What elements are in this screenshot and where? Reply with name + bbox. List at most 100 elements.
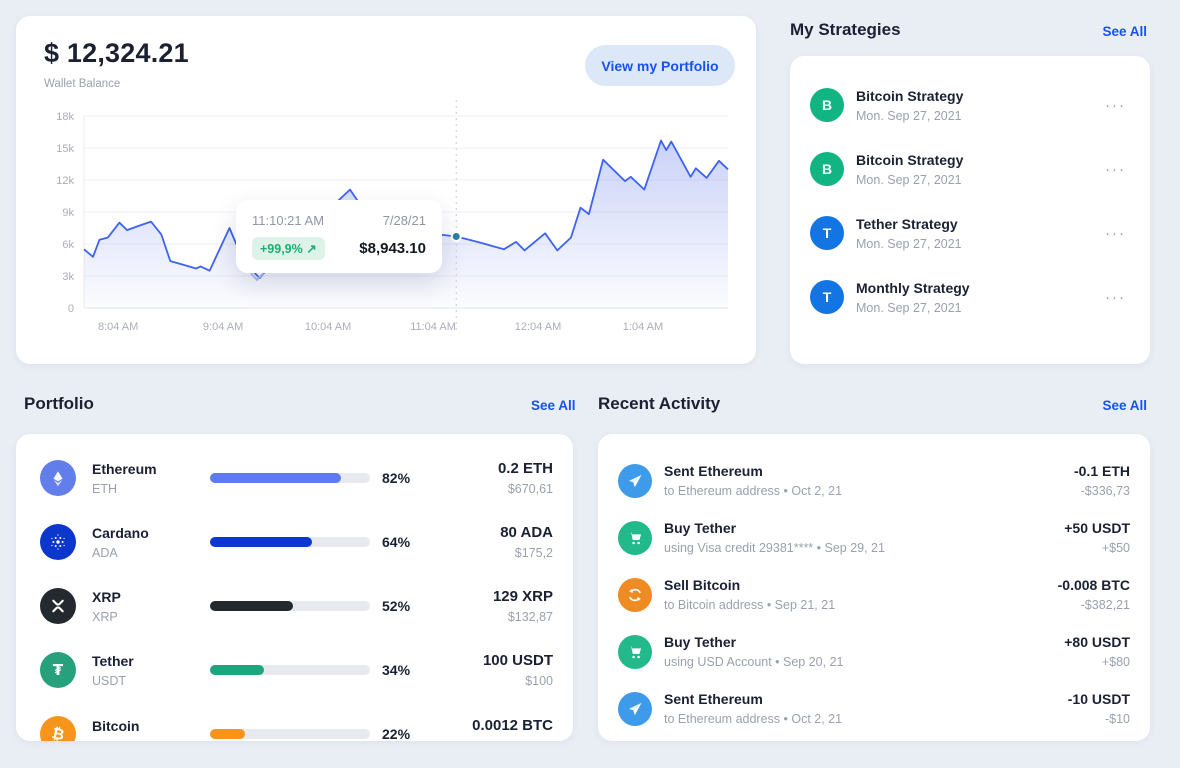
strategy-row[interactable]: B Bitcoin Strategy Mon. Sep 27, 2021 ···: [790, 137, 1150, 201]
y-tick-label: 15k: [56, 143, 74, 155]
activity-row[interactable]: Sell Bitcoin to Bitcoin address • Sep 21…: [598, 566, 1150, 623]
strategy-name: Monthly Strategy: [856, 280, 1105, 296]
view-portfolio-button[interactable]: View my Portfolio: [585, 45, 735, 86]
activity-row[interactable]: Buy Tether using USD Account • Sep 20, 2…: [598, 623, 1150, 680]
strategy-row[interactable]: B Bitcoin Strategy Mon. Sep 27, 2021 ···: [790, 73, 1150, 137]
activity-item-subtitle: using USD Account • Sep 20, 21: [664, 655, 844, 669]
activity-item-title: Buy Tether: [664, 520, 885, 536]
asset-amount: 0.2 ETH: [498, 460, 553, 477]
more-options-icon[interactable]: ···: [1105, 222, 1126, 245]
activity-card: Sent Ethereum to Ethereum address • Oct …: [598, 434, 1150, 741]
strategy-date: Mon. Sep 27, 2021: [856, 301, 1105, 315]
x-tick-label: 12:04 AM: [515, 321, 561, 333]
portfolio-row[interactable]: ₮ Tether USDT 34% 100 USDT $100: [16, 638, 573, 702]
y-tick-label: 12k: [56, 175, 74, 187]
more-options-icon[interactable]: ···: [1105, 158, 1126, 181]
activity-amount: -10 USDT: [1068, 691, 1130, 707]
activity-amount: +50 USDT: [1064, 520, 1130, 536]
monthly-strategy-avatar: T: [810, 280, 844, 314]
arrow-up-right-icon: ↗: [306, 242, 316, 256]
tether-icon: ₮: [40, 652, 76, 688]
xrp-icon: [40, 588, 76, 624]
more-options-icon[interactable]: ···: [1105, 94, 1126, 117]
asset-usd-value: $175,2: [500, 546, 553, 560]
send-icon: [618, 692, 652, 726]
portfolio-row[interactable]: Ethereum ETH 82% 0.2 ETH $670,61: [16, 446, 573, 510]
strategy-name: Bitcoin Strategy: [856, 88, 1105, 104]
cart-icon: [618, 635, 652, 669]
activity-amount: -0.1 ETH: [1074, 463, 1130, 479]
progress-track: [210, 729, 370, 739]
activity-item-title: Sent Ethereum: [664, 463, 842, 479]
activity-see-all-link[interactable]: See All: [1102, 398, 1147, 413]
marker-dot: [452, 232, 461, 241]
progress-fill: [210, 601, 293, 611]
asset-amount: 80 ADA: [500, 524, 553, 541]
progress-fill: [210, 729, 245, 739]
activity-row[interactable]: Sent Ethereum to Ethereum address • Oct …: [598, 452, 1150, 509]
swap-icon: [618, 578, 652, 612]
activity-item-title: Sent Ethereum: [664, 691, 842, 707]
progress-track: [210, 665, 370, 675]
change-value: +99,9%: [260, 242, 303, 256]
progress-fill: [210, 473, 341, 483]
portfolio-see-all-link[interactable]: See All: [531, 398, 576, 413]
progress-track: [210, 473, 370, 483]
y-tick-label: 9k: [62, 207, 74, 219]
progress-fill: [210, 665, 264, 675]
activity-amount: +80 USDT: [1064, 634, 1130, 650]
portfolio-card: Ethereum ETH 82% 0.2 ETH $670,61: [16, 434, 573, 741]
activity-usd: +$80: [1064, 655, 1130, 669]
x-tick-label: 10:04 AM: [305, 321, 351, 333]
activity-row[interactable]: Buy Tether using Visa credit 29381**** •…: [598, 509, 1150, 566]
cardano-icon: [40, 524, 76, 560]
bitcoin-strategy-avatar: B: [810, 88, 844, 122]
portfolio-row[interactable]: Cardano ADA 64% 80 ADA $175,2: [16, 510, 573, 574]
asset-usd-value: $132,87: [493, 610, 553, 624]
asset-percent: 82%: [382, 470, 410, 486]
portfolio-row[interactable]: ₿ Bitcoin 22% 0.0012 BTC: [16, 702, 573, 741]
more-options-icon[interactable]: ···: [1105, 286, 1126, 309]
asset-name: Bitcoin: [92, 718, 182, 734]
asset-ticker: USDT: [92, 674, 182, 688]
wallet-balance-label: Wallet Balance: [44, 78, 120, 90]
activity-item-title: Sell Bitcoin: [664, 577, 835, 593]
change-badge: +99,9% ↗: [252, 237, 325, 260]
tooltip-time: 11:10:21 AM: [252, 213, 324, 228]
y-tick-label: 6k: [62, 239, 74, 251]
strategy-name: Bitcoin Strategy: [856, 152, 1105, 168]
tooltip-value: $8,943.10: [359, 240, 426, 257]
strategy-date: Mon. Sep 27, 2021: [856, 109, 1105, 123]
activity-usd: -$336,73: [1074, 484, 1130, 498]
asset-amount: 0.0012 BTC: [472, 717, 553, 734]
asset-usd-value: $670,61: [498, 482, 553, 496]
dashboard-page: $ 12,324.21 Wallet Balance View my Portf…: [0, 0, 1180, 768]
send-icon: [618, 464, 652, 498]
strategy-row[interactable]: T Tether Strategy Mon. Sep 27, 2021 ···: [790, 201, 1150, 265]
asset-name: Tether: [92, 653, 182, 669]
asset-name: XRP: [92, 589, 182, 605]
progress-track: [210, 537, 370, 547]
activity-item-subtitle: to Ethereum address • Oct 2, 21: [664, 712, 842, 726]
activity-row[interactable]: Sent Ethereum to Ethereum address • Oct …: [598, 680, 1150, 737]
asset-ticker: ETH: [92, 482, 182, 496]
cart-icon: [618, 521, 652, 555]
tooltip-date: 7/28/21: [383, 213, 426, 228]
asset-percent: 52%: [382, 598, 410, 614]
strategy-date: Mon. Sep 27, 2021: [856, 173, 1105, 187]
asset-name: Ethereum: [92, 461, 182, 477]
progress-track: [210, 601, 370, 611]
asset-amount: 100 USDT: [483, 652, 553, 669]
y-tick-label: 0: [68, 303, 74, 315]
bitcoin-icon: ₿: [40, 716, 76, 741]
portfolio-row[interactable]: XRP XRP 52% 129 XRP $132,87: [16, 574, 573, 638]
activity-title: Recent Activity: [598, 394, 720, 414]
tether-strategy-avatar: T: [810, 216, 844, 250]
y-tick-label: 18k: [56, 111, 74, 123]
asset-usd-value: $100: [483, 674, 553, 688]
chart-tooltip: 11:10:21 AM 7/28/21 +99,9% ↗ $8,943.10: [236, 200, 442, 273]
strategies-title: My Strategies: [790, 20, 901, 40]
strategy-row[interactable]: T Monthly Strategy Mon. Sep 27, 2021 ···: [790, 265, 1150, 329]
strategies-see-all-link[interactable]: See All: [1102, 24, 1147, 39]
strategy-date: Mon. Sep 27, 2021: [856, 237, 1105, 251]
